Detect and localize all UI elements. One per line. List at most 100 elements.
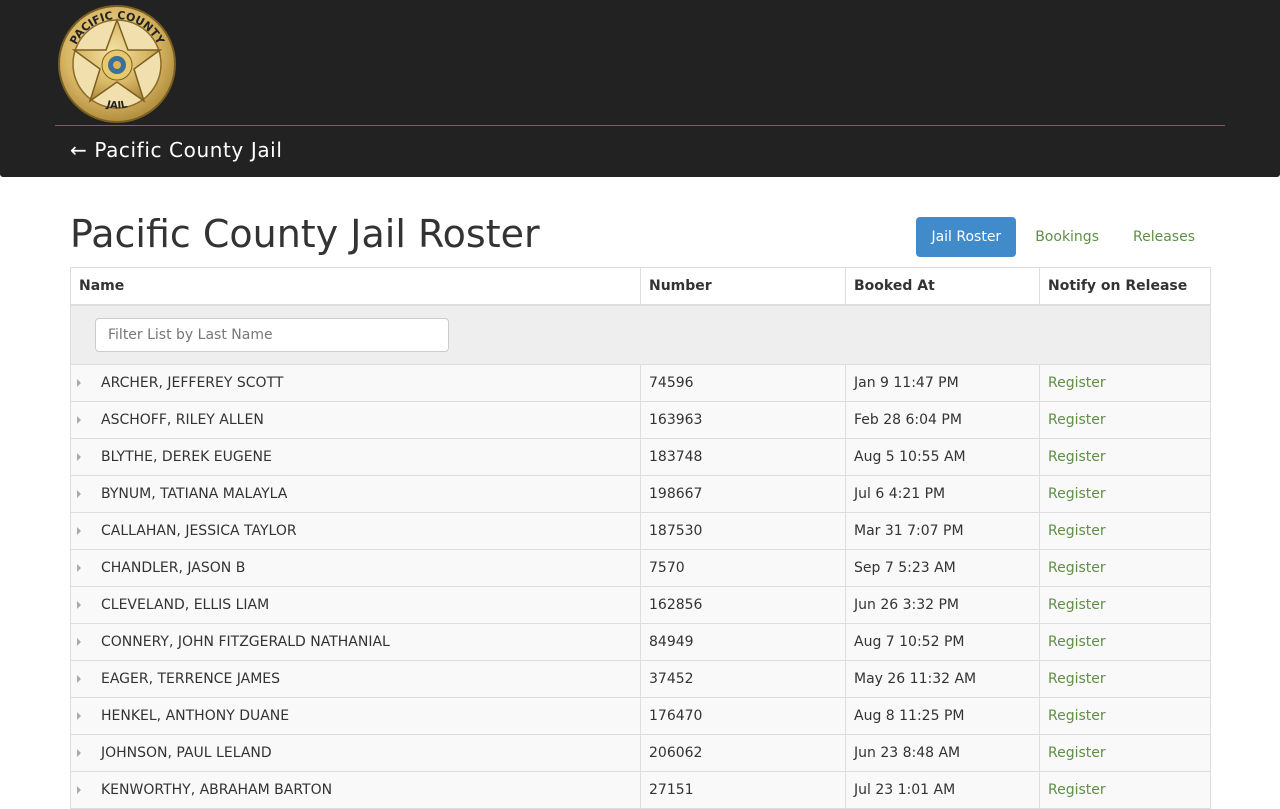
site-header: PACIFIC COUNTY JAIL ← Pacific County Jai… — [0, 0, 1280, 177]
expand-caret-icon[interactable] — [77, 749, 81, 757]
tab-releases[interactable]: Releases — [1118, 217, 1210, 257]
column-header-name: Name — [70, 267, 641, 306]
back-to-county-link[interactable]: ← Pacific County Jail — [70, 138, 283, 162]
expand-caret-icon[interactable] — [77, 712, 81, 720]
register-link[interactable]: Register — [1048, 560, 1106, 576]
inmate-name-cell: ARCHER, JEFFEREY SCOTT — [70, 364, 641, 402]
inmate-name-cell: CALLAHAN, JESSICA TAYLOR — [70, 512, 641, 550]
table-row[interactable]: EAGER, TERRENCE JAMES 37452 May 26 11:32 A… — [70, 660, 1211, 698]
table-row[interactable]: CALLAHAN, JESSICA TAYLOR 187530 Mar 31 7:0… — [70, 512, 1211, 550]
inmate-name: CONNERY, JOHN FITZGERALD NATHANIAL — [101, 634, 390, 650]
notify-cell: Register — [1039, 623, 1211, 661]
register-link[interactable]: Register — [1048, 523, 1106, 539]
register-link[interactable]: Register — [1048, 486, 1106, 502]
back-link-label: ← Pacific County Jail — [70, 138, 283, 162]
booking-number: 37452 — [640, 660, 846, 698]
booking-number: 163963 — [640, 401, 846, 439]
inmate-name-cell: EAGER, TERRENCE JAMES — [70, 660, 641, 698]
expand-caret-icon[interactable] — [77, 601, 81, 609]
filter-row — [70, 304, 1211, 365]
table-header-row: Name Number Booked At Notify on Release — [70, 267, 1211, 306]
booking-number: 187530 — [640, 512, 846, 550]
inmate-name: BLYTHE, DEREK EUGENE — [101, 449, 272, 465]
register-link[interactable]: Register — [1048, 597, 1106, 613]
booked-at: Aug 5 10:55 AM — [845, 438, 1040, 476]
booking-number: 176470 — [640, 697, 846, 735]
register-link[interactable]: Register — [1048, 375, 1106, 391]
expand-caret-icon[interactable] — [77, 490, 81, 498]
tab-bookings[interactable]: Bookings — [1020, 217, 1114, 257]
inmate-name-cell: CHANDLER, JASON B — [70, 549, 641, 587]
table-row[interactable]: BLYTHE, DEREK EUGENE 183748 Aug 5 10:55 AM… — [70, 438, 1211, 476]
booking-number: 206062 — [640, 734, 846, 772]
booking-number: 183748 — [640, 438, 846, 476]
table-row[interactable]: HENKEL, ANTHONY DUANE 176470 Aug 8 11:25 P… — [70, 697, 1211, 735]
roster-table: Name Number Booked At Notify on Release … — [70, 267, 1211, 809]
inmate-name: CLEVELAND, ELLIS LIAM — [101, 597, 270, 613]
table-row[interactable]: KENWORTHY, ABRAHAM BARTON 27151 Jul 23 1:0… — [70, 771, 1211, 809]
booked-at: Jul 6 4:21 PM — [845, 475, 1040, 513]
expand-caret-icon[interactable] — [77, 675, 81, 683]
table-row[interactable]: BYNUM, TATIANA MALAYLA 198667 Jul 6 4:21 P… — [70, 475, 1211, 513]
table-row[interactable]: JOHNSON, PAUL LELAND 206062 Jun 23 8:48 AM… — [70, 734, 1211, 772]
table-row[interactable]: ARCHER, JEFFEREY SCOTT 74596 Jan 9 11:47 P… — [70, 364, 1211, 402]
expand-caret-icon[interactable] — [77, 416, 81, 424]
booking-number: 74596 — [640, 364, 846, 402]
inmate-name-cell: JOHNSON, PAUL LELAND — [70, 734, 641, 772]
notify-cell: Register — [1039, 475, 1211, 513]
notify-cell: Register — [1039, 364, 1211, 402]
notify-cell: Register — [1039, 660, 1211, 698]
register-link[interactable]: Register — [1048, 782, 1106, 798]
column-header-notify: Notify on Release — [1039, 267, 1211, 306]
booking-number: 84949 — [640, 623, 846, 661]
booked-at: Mar 31 7:07 PM — [845, 512, 1040, 550]
tab-jail-roster[interactable]: Jail Roster — [916, 217, 1017, 257]
column-header-number: Number — [640, 267, 846, 306]
notify-cell: Register — [1039, 586, 1211, 624]
table-row[interactable]: CHANDLER, JASON B 7570 Sep 7 5:23 AM Regist… — [70, 549, 1211, 587]
table-row[interactable]: ASCHOFF, RILEY ALLEN 163963 Feb 28 6:04 PM… — [70, 401, 1211, 439]
table-row[interactable]: CONNERY, JOHN FITZGERALD NATHANIAL 84949 A… — [70, 623, 1211, 661]
inmate-name: ARCHER, JEFFEREY SCOTT — [101, 375, 284, 391]
register-link[interactable]: Register — [1048, 412, 1106, 428]
register-link[interactable]: Register — [1048, 671, 1106, 687]
booked-at: Aug 8 11:25 PM — [845, 697, 1040, 735]
booking-number: 27151 — [640, 771, 846, 809]
inmate-name: JOHNSON, PAUL LELAND — [101, 745, 272, 761]
expand-caret-icon[interactable] — [77, 638, 81, 646]
booked-at: Feb 28 6:04 PM — [845, 401, 1040, 439]
register-link[interactable]: Register — [1048, 449, 1106, 465]
inmate-name-cell: CONNERY, JOHN FITZGERALD NATHANIAL — [70, 623, 641, 661]
register-link[interactable]: Register — [1048, 634, 1106, 650]
page-title: Pacific County Jail Roster — [70, 212, 540, 256]
table-row[interactable]: CLEVELAND, ELLIS LIAM 162856 Jun 26 3:32 P… — [70, 586, 1211, 624]
notify-cell: Register — [1039, 549, 1211, 587]
inmate-name: CHANDLER, JASON B — [101, 560, 246, 576]
roster-body: ARCHER, JEFFEREY SCOTT 74596Jan 9 11:47 P… — [70, 304, 1211, 809]
booked-at: Jun 26 3:32 PM — [845, 586, 1040, 624]
expand-caret-icon[interactable] — [77, 564, 81, 572]
register-link[interactable]: Register — [1048, 708, 1106, 724]
expand-caret-icon[interactable] — [77, 453, 81, 461]
inmate-name-cell: HENKEL, ANTHONY DUANE — [70, 697, 641, 735]
notify-cell: Register — [1039, 438, 1211, 476]
inmate-name-cell: ASCHOFF, RILEY ALLEN — [70, 401, 641, 439]
inmate-name: BYNUM, TATIANA MALAYLA — [101, 486, 288, 502]
booked-at: Aug 7 10:52 PM — [845, 623, 1040, 661]
booking-number: 162856 — [640, 586, 846, 624]
booked-at: Jul 23 1:01 AM — [845, 771, 1040, 809]
notify-cell: Register — [1039, 734, 1211, 772]
inmate-name: HENKEL, ANTHONY DUANE — [101, 708, 290, 724]
expand-caret-icon[interactable] — [77, 786, 81, 794]
inmate-name: ASCHOFF, RILEY ALLEN — [101, 412, 264, 428]
booking-number: 7570 — [640, 549, 846, 587]
inmate-name-cell: BLYTHE, DEREK EUGENE — [70, 438, 641, 476]
logo-bottom-text: JAIL — [105, 99, 129, 112]
expand-caret-icon[interactable] — [77, 379, 81, 387]
last-name-filter-input[interactable] — [95, 318, 449, 352]
expand-caret-icon[interactable] — [77, 527, 81, 535]
notify-cell: Register — [1039, 771, 1211, 809]
register-link[interactable]: Register — [1048, 745, 1106, 761]
notify-cell: Register — [1039, 401, 1211, 439]
svg-text:JAIL: JAIL — [105, 99, 129, 112]
